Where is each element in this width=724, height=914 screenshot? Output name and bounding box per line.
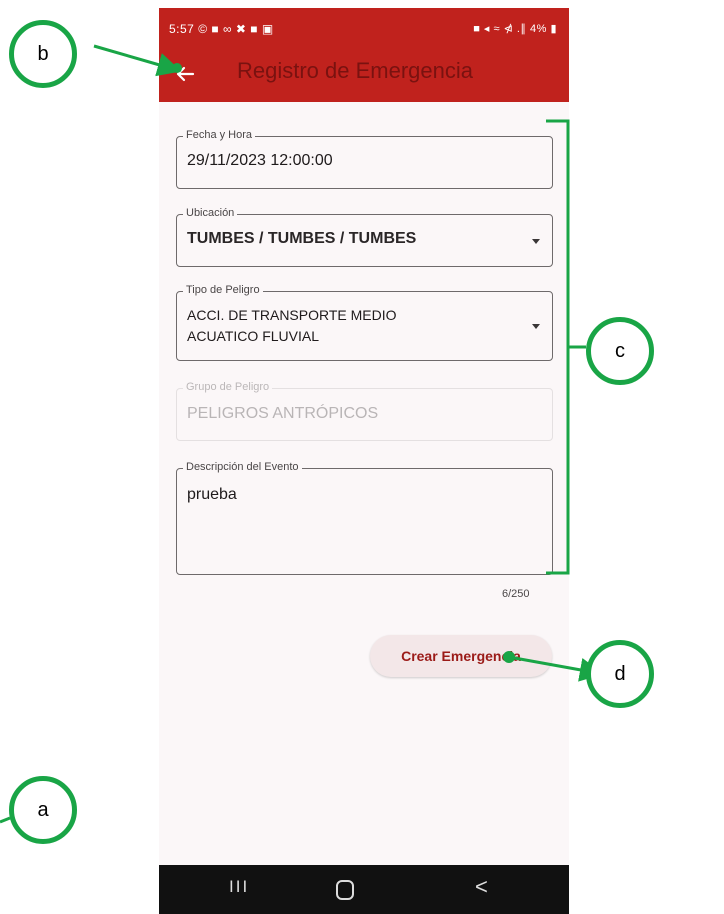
callout-d-arrow [508, 655, 604, 682]
callout-d: d [586, 640, 654, 708]
callout-a: a [9, 776, 77, 844]
callout-b: b [9, 20, 77, 88]
callout-c: c [586, 317, 654, 385]
annotation-layer [0, 44, 604, 824]
callout-b-arrow [93, 44, 182, 77]
callout-b-dot [172, 63, 182, 73]
callout-c-bracket [546, 119, 586, 575]
callout-a-arrow [0, 816, 11, 824]
callout-d-dot [503, 651, 515, 663]
